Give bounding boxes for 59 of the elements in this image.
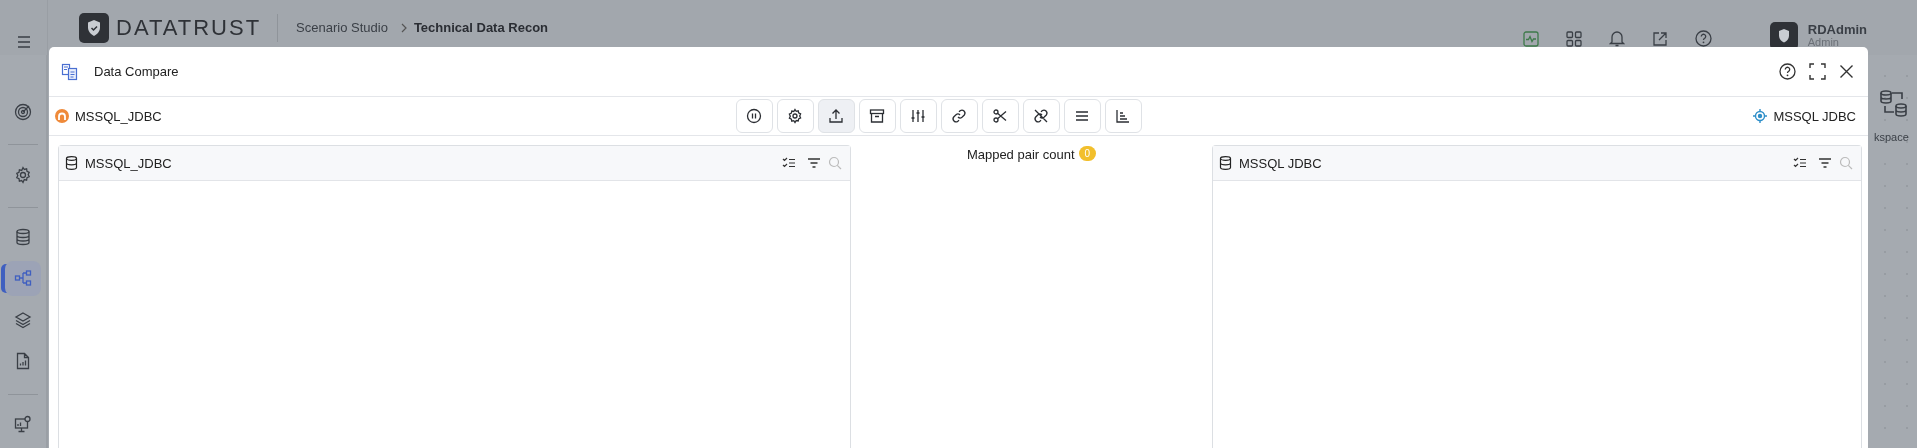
layers-icon <box>14 310 32 329</box>
gear-icon <box>787 108 803 124</box>
avatar-icon[interactable] <box>1769 21 1798 50</box>
monitor-icon <box>14 414 32 433</box>
target-connection-icon <box>1753 109 1768 123</box>
grid-icon[interactable] <box>1565 30 1582 47</box>
menu-icon[interactable] <box>16 35 31 48</box>
checklist-icon[interactable] <box>1793 157 1807 169</box>
checklist-icon[interactable] <box>782 157 796 169</box>
database-icon <box>65 156 78 170</box>
panel-title: MSSQL_JDBC <box>85 155 172 171</box>
count-badge: 0 <box>1078 146 1097 161</box>
link-icon <box>951 108 967 124</box>
compare-document-icon <box>61 62 79 81</box>
archive-button[interactable] <box>858 99 896 133</box>
unlink-icon <box>1033 108 1049 124</box>
logo-text: DATATRUST <box>116 14 262 41</box>
list-icon <box>1074 108 1090 124</box>
bell-icon[interactable] <box>1608 30 1625 47</box>
database-icon <box>1219 156 1232 170</box>
chart-button[interactable] <box>1104 99 1142 133</box>
report-icon <box>14 352 32 371</box>
target-icon <box>14 103 32 122</box>
chart-icon <box>1115 108 1131 124</box>
database-link-icon[interactable] <box>1879 89 1909 119</box>
target-name: MSSQL JDBC <box>1773 108 1856 124</box>
fullscreen-icon[interactable] <box>1809 63 1826 80</box>
unlink-button[interactable] <box>1022 99 1060 133</box>
settings-button[interactable] <box>776 99 814 133</box>
pause-icon <box>746 108 762 124</box>
flow-icon <box>14 269 32 288</box>
breadcrumb-item[interactable]: Scenario Studio <box>296 20 388 35</box>
help-icon[interactable] <box>1779 63 1796 80</box>
mapped-pair-label: Mapped pair count <box>966 147 1075 162</box>
upload-button[interactable] <box>817 99 855 133</box>
scissors-icon <box>992 108 1008 124</box>
shield-logo-icon <box>79 13 109 43</box>
scissors-button[interactable] <box>981 99 1019 133</box>
sliders-button[interactable] <box>899 99 937 133</box>
archive-icon <box>869 108 885 124</box>
list-button[interactable] <box>1063 99 1101 133</box>
workspace-label[interactable]: kspace <box>1874 131 1909 143</box>
user-name: RDAdmin <box>1807 22 1867 36</box>
panel-title: MSSQL JDBC <box>1239 155 1322 171</box>
chevron-icon <box>399 22 408 33</box>
filter-icon[interactable] <box>1818 157 1832 169</box>
dialog-title: Data Compare <box>94 64 179 79</box>
source-name: MSSQL_JDBC <box>75 108 162 124</box>
external-link-icon[interactable] <box>1651 30 1668 47</box>
database-icon <box>14 228 32 247</box>
sliders-icon <box>910 108 926 124</box>
gear-icon <box>14 165 32 184</box>
source-connection-icon <box>55 109 69 123</box>
upload-icon <box>828 108 844 124</box>
pause-button[interactable] <box>735 99 773 133</box>
close-icon[interactable] <box>1839 64 1854 79</box>
link-button[interactable] <box>940 99 978 133</box>
filter-icon[interactable] <box>807 157 821 169</box>
breadcrumb-item: Technical Data Recon <box>413 20 549 35</box>
